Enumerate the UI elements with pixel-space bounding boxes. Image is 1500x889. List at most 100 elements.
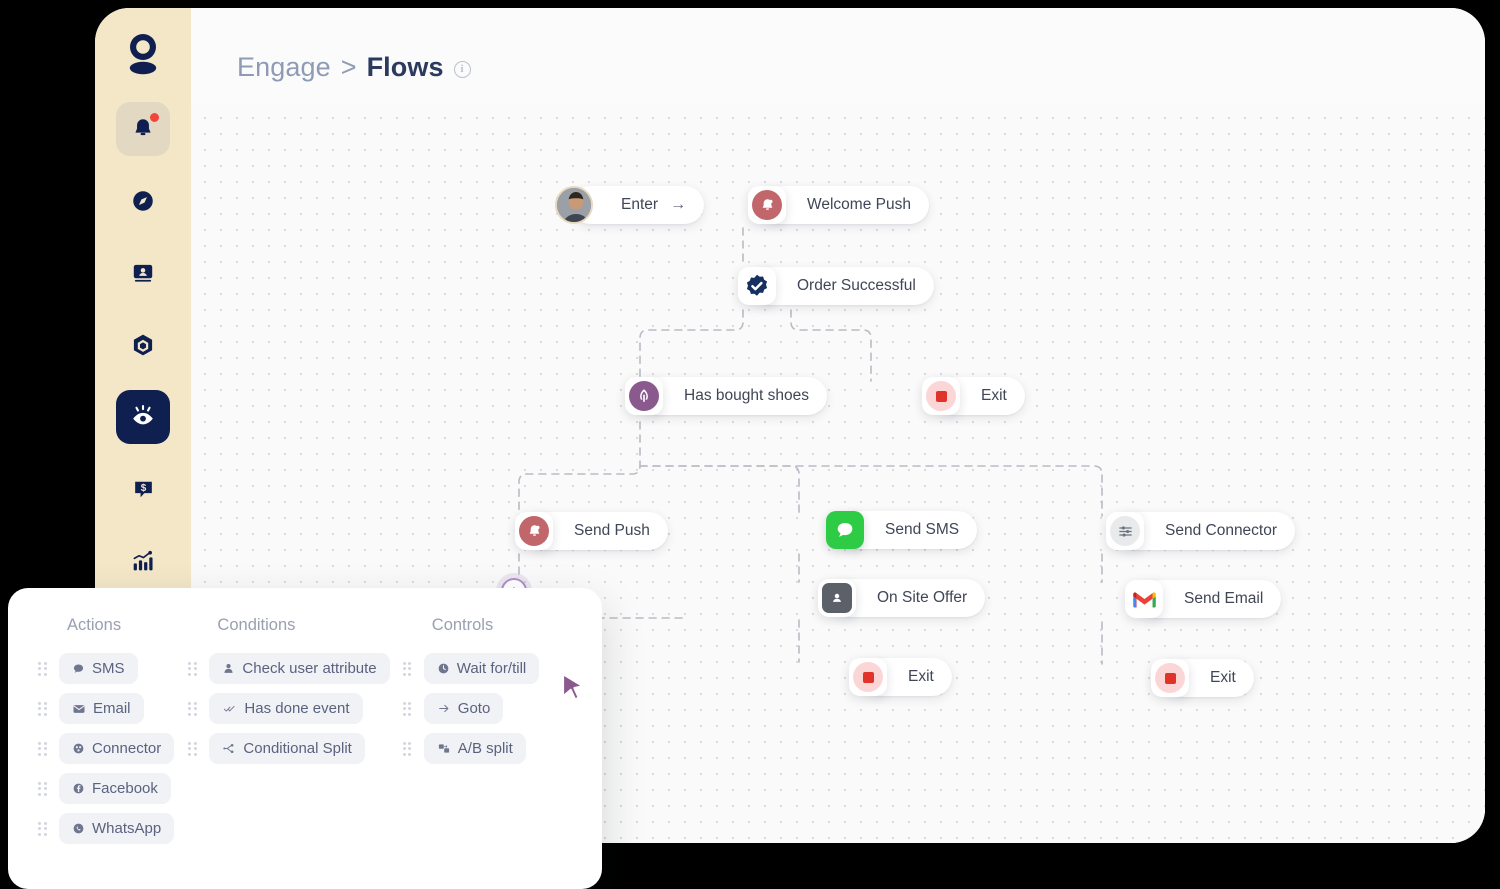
flow-node-order-successful[interactable]: Order Successful [738,267,934,305]
palette-item-label: WhatsApp [92,820,162,837]
whatsapp-icon [72,822,85,835]
palette-item-goto[interactable]: Goto [402,693,572,724]
connector-icon [72,742,85,755]
enter-arrow-icon: → [670,196,687,213]
verified-badge-icon [738,267,776,305]
flow-node-send-push[interactable]: Send Push [515,512,668,550]
flow-node-label: Send Push [574,522,650,539]
info-icon[interactable]: i [453,60,471,78]
palette-item-label: Conditional Split [243,740,352,757]
bell-push-icon [748,186,786,224]
svg-text:$: $ [140,482,146,493]
exit-icon [922,377,960,415]
user-circle-logo[interactable] [119,30,167,78]
notification-badge-dot [150,113,159,122]
id-card-icon [133,264,153,282]
palette-item-email[interactable]: Email [38,693,188,724]
palette-column-title: Actions [67,616,122,634]
palette-item-wait-for-till[interactable]: Wait for/till [402,653,572,684]
drag-handle-icon[interactable] [402,701,414,716]
cube-icon [133,334,153,356]
flow-node-exit-right[interactable]: Exit [1151,659,1254,697]
drag-handle-icon[interactable] [38,821,49,836]
compass-icon [133,191,153,211]
node-palette-panel: Actions SMS Email Connector Facebook Wha… [8,588,602,889]
flow-node-label: Exit [1210,669,1236,686]
flow-node-welcome-push[interactable]: Welcome Push [748,186,929,224]
drag-handle-icon[interactable] [38,741,49,756]
breadcrumb-root[interactable]: Engage [237,52,331,83]
palette-item-label: SMS [92,660,125,677]
dollar-chat-icon: $ [134,481,152,497]
palette-item-check-user-attribute[interactable]: Check user attribute [188,653,402,684]
palette-item-label: Wait for/till [456,660,527,677]
palette-item-label: Goto [457,700,491,717]
avatar [555,186,593,224]
onsite-card-icon [818,579,856,617]
palette-column-actions: Actions SMS Email Connector Facebook Wha… [38,616,188,889]
flow-node-label: Order Successful [797,277,916,294]
flow-node-label: Welcome Push [807,196,911,213]
palette-column-title: Conditions [217,616,296,634]
drag-handle-icon[interactable] [188,701,199,716]
flow-node-exit-middle[interactable]: Exit [849,658,952,696]
sidebar-item-explore[interactable] [116,174,170,228]
eye-icon [133,404,153,425]
palette-item-label: Facebook [92,780,158,797]
clock-icon [437,662,450,675]
sidebar-item-audience[interactable] [116,246,170,300]
drag-handle-icon[interactable] [38,661,49,676]
palette-item-conditional-split[interactable]: Conditional Split [188,733,402,764]
palette-item-sms[interactable]: SMS [38,653,188,684]
flow-node-label: Exit [908,668,934,685]
sidebar-item-notifications[interactable] [116,102,170,156]
flow-node-label: Has bought shoes [684,387,809,404]
flow-node-send-connector[interactable]: Send Connector [1106,512,1296,550]
palette-item-connector[interactable]: Connector [38,733,188,764]
drag-handle-icon[interactable] [38,781,49,796]
drag-handle-icon[interactable] [402,741,414,756]
palette-column-title: Controls [431,616,494,634]
double-check-icon [222,702,237,715]
palette-item-label: Email [93,700,131,717]
drag-handle-icon[interactable] [402,661,414,676]
sidebar-item-engage[interactable] [116,390,170,444]
drag-handle-icon[interactable] [188,741,199,756]
sliders-icon [1106,512,1144,550]
flow-node-send-email[interactable]: Send Email [1125,580,1282,618]
flow-node-label: Send SMS [885,521,960,538]
flow-node-label: Send Connector [1165,522,1278,539]
palette-item-label: A/B split [457,740,513,757]
person-icon [222,662,235,675]
flow-node-exit-top[interactable]: Exit [922,377,1025,415]
drag-handle-icon[interactable] [38,701,49,716]
analytics-chart-icon [133,550,153,571]
drag-handle-icon[interactable] [188,661,199,676]
palette-item-label: Has done event [244,700,350,717]
palette-item-label: Connector [92,740,162,757]
split-icon [222,742,236,755]
sms-bubble-icon [826,511,864,549]
breadcrumb-separator: > [340,52,357,82]
palette-item-ab-split[interactable]: A/B split [402,733,572,764]
palette-item-has-done-event[interactable]: Has done event [188,693,402,724]
flow-node-on-site-offer[interactable]: On Site Offer [818,579,986,617]
arrow-right-icon [437,702,451,715]
page-title: Engage > Flows i [237,52,471,83]
palette-item-whatsapp[interactable]: WhatsApp [38,813,188,844]
palette-item-facebook[interactable]: Facebook [38,773,188,804]
facebook-icon [72,782,85,795]
bell-push-icon [515,512,553,550]
flow-node-send-sms[interactable]: Send SMS [826,511,978,549]
flow-node-label: On Site Offer [877,589,968,606]
sidebar-item-analytics[interactable] [116,534,170,588]
sidebar-item-integrations[interactable] [116,318,170,372]
flow-node-has-bought-shoes[interactable]: Has bought shoes [625,377,827,415]
flow-node-label: Exit [981,387,1007,404]
exit-icon [1151,659,1189,697]
flow-node-enter[interactable]: Enter → [555,186,705,224]
breadcrumb-current: Flows [366,52,444,82]
envelope-icon [72,702,86,716]
sidebar-item-monetize[interactable]: $ [116,462,170,516]
exit-icon [849,658,887,696]
